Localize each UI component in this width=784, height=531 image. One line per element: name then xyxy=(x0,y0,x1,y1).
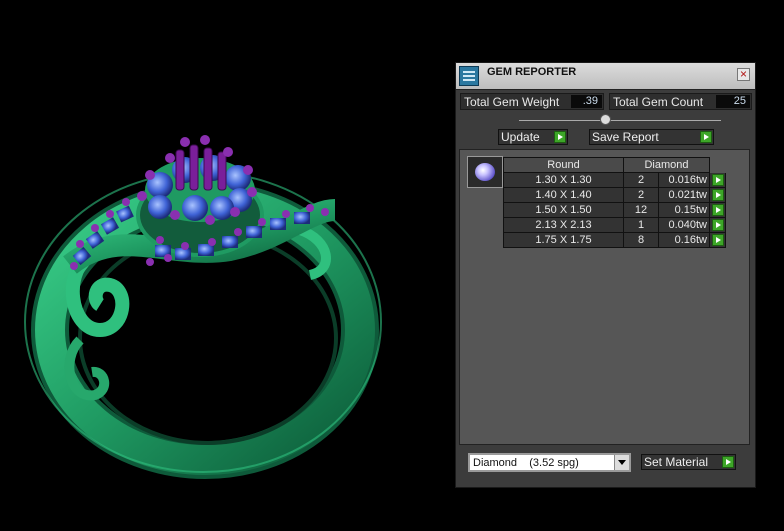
table-row: 1.50 X 1.50 12 0.15tw xyxy=(503,202,726,218)
gem-size: 1.75 X 1.75 xyxy=(503,232,624,248)
table-row: 1.30 X 1.30 2 0.016tw xyxy=(503,172,726,188)
total-gem-count: Total Gem Count 25 xyxy=(609,93,752,110)
table-row: 1.40 X 1.40 2 0.021tw xyxy=(503,187,726,203)
gem-table: Round Diamond 1.30 X 1.30 2 0.016tw 1.40… xyxy=(503,157,726,248)
material-dropdown-value: Diamond (3.52 spg) xyxy=(473,457,579,469)
total-gem-weight-label: Total Gem Weight xyxy=(464,95,560,109)
column-header-shape: Round xyxy=(503,157,624,173)
play-arrow-icon[interactable] xyxy=(711,204,724,216)
play-arrow-icon[interactable] xyxy=(711,234,724,246)
gem-reporter-panel: GEM REPORTER × Total Gem Weight .39 Tota… xyxy=(455,62,756,488)
update-button[interactable]: Update xyxy=(498,129,568,145)
gem-count: 2 xyxy=(623,172,659,188)
play-arrow-icon[interactable] xyxy=(711,219,724,231)
gem-count: 1 xyxy=(623,217,659,233)
panel-title: GEM REPORTER xyxy=(487,66,577,78)
update-button-label: Update xyxy=(501,130,540,144)
close-icon[interactable]: × xyxy=(737,68,750,81)
total-gem-count-label: Total Gem Count xyxy=(613,95,704,109)
table-header-row: Round Diamond xyxy=(503,157,726,173)
gem-weight: 0.15tw xyxy=(658,202,710,218)
gem-reporter-logo-icon xyxy=(459,66,479,86)
dropdown-arrow-icon[interactable] xyxy=(614,455,629,470)
set-material-button[interactable]: Set Material xyxy=(641,454,736,470)
gem-weight: 0.021tw xyxy=(658,187,710,203)
save-report-button-label: Save Report xyxy=(592,130,659,144)
total-gem-weight: Total Gem Weight .39 xyxy=(460,93,604,110)
set-material-button-label: Set Material xyxy=(644,455,709,469)
play-arrow-icon[interactable] xyxy=(711,174,724,186)
3d-viewport[interactable] xyxy=(0,0,455,526)
total-gem-weight-value: .39 xyxy=(571,95,602,108)
gem-size: 1.30 X 1.30 xyxy=(503,172,624,188)
ring-render xyxy=(24,135,382,479)
save-report-button[interactable]: Save Report xyxy=(589,129,714,145)
column-header-material: Diamond xyxy=(623,157,710,173)
table-row: 1.75 X 1.75 8 0.16tw xyxy=(503,232,726,248)
material-dropdown[interactable]: Diamond (3.52 spg) xyxy=(468,453,631,472)
table-row: 2.13 X 2.13 1 0.040tw xyxy=(503,217,726,233)
gem-count: 12 xyxy=(623,202,659,218)
gem-count: 2 xyxy=(623,187,659,203)
gem-count: 8 xyxy=(623,232,659,248)
slider-handle[interactable] xyxy=(600,114,611,125)
gem-report-area: Round Diamond 1.30 X 1.30 2 0.016tw 1.40… xyxy=(459,149,750,445)
gem-weight: 0.040tw xyxy=(658,217,710,233)
gem-size: 2.13 X 2.13 xyxy=(503,217,624,233)
gem-size: 1.40 X 1.40 xyxy=(503,187,624,203)
round-gem-icon[interactable] xyxy=(467,156,503,188)
play-arrow-icon[interactable] xyxy=(711,189,724,201)
gem-size: 1.50 X 1.50 xyxy=(503,202,624,218)
gem-weight: 0.016tw xyxy=(658,172,710,188)
play-arrow-icon xyxy=(700,131,712,143)
slider-track xyxy=(519,120,721,121)
total-gem-count-value: 25 xyxy=(716,95,750,108)
play-arrow-icon xyxy=(554,131,566,143)
play-arrow-icon xyxy=(722,456,734,468)
gem-weight: 0.16tw xyxy=(658,232,710,248)
title-bar[interactable]: GEM REPORTER × xyxy=(456,63,755,90)
